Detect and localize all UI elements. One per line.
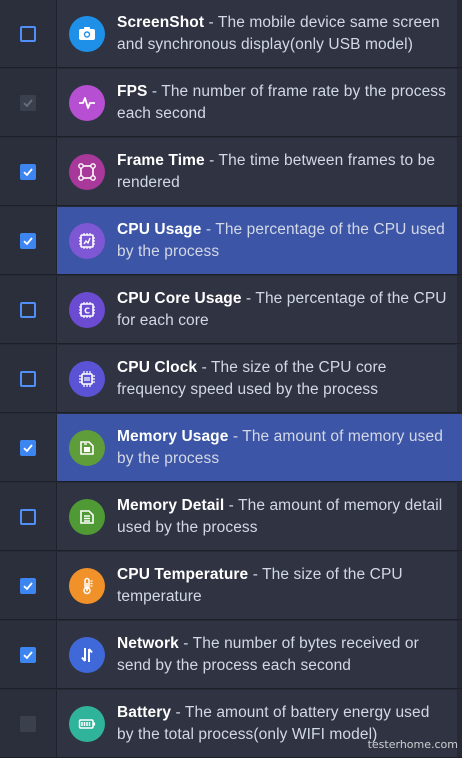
checkbox-cell[interactable] (0, 138, 57, 205)
metric-row-memory-usage[interactable]: Memory Usage - The amount of memory used… (0, 414, 462, 482)
checkbox-cell[interactable] (0, 621, 57, 688)
metric-content[interactable]: Memory Usage - The amount of memory used… (57, 414, 462, 481)
metric-title: Memory Detail (117, 496, 225, 514)
metric-content[interactable]: CPU Temperature - The size of the CPU te… (57, 552, 457, 619)
metric-title: Memory Usage (117, 427, 229, 445)
cpu-chart-icon (69, 222, 105, 259)
checkbox[interactable] (20, 715, 36, 732)
metric-content[interactable]: CPU Usage - The percentage of the CPU us… (57, 207, 457, 274)
checkbox-cell[interactable] (0, 552, 57, 619)
pulse-icon (69, 84, 105, 121)
checkbox-cell[interactable] (0, 483, 57, 550)
checkbox[interactable] (20, 94, 36, 111)
metric-row-memory-detail[interactable]: Memory Detail - The amount of memory det… (0, 483, 462, 551)
metric-content[interactable]: CPU Clock - The size of the CPU core fre… (57, 345, 457, 412)
metric-row-frame-time[interactable]: Frame Time - The time between frames to … (0, 138, 462, 206)
checkbox-cell[interactable] (0, 69, 57, 136)
network-icon (69, 636, 105, 673)
cpu-clock-icon (69, 360, 105, 397)
metric-text: CPU Temperature - The size of the CPU te… (117, 564, 449, 608)
metric-title: Frame Time (117, 151, 205, 169)
watermark: testerhome.com (367, 738, 458, 751)
metric-content[interactable]: Memory Detail - The amount of memory det… (57, 483, 457, 550)
metric-text: CPU Clock - The size of the CPU core fre… (117, 357, 449, 401)
metric-text: ScreenShot - The mobile device same scre… (117, 12, 449, 56)
metric-text: Memory Detail - The amount of memory det… (117, 495, 449, 539)
metric-content[interactable]: Network - The number of bytes received o… (57, 621, 457, 688)
battery-icon (69, 705, 105, 742)
metric-title: CPU Core Usage (117, 289, 242, 307)
checkbox[interactable] (20, 508, 36, 525)
checkbox[interactable] (20, 301, 36, 318)
memory-detail-icon (69, 498, 105, 535)
checkbox[interactable] (20, 370, 36, 387)
metric-row-network[interactable]: Network - The number of bytes received o… (0, 621, 462, 689)
metric-text: FPS - The number of frame rate by the pr… (117, 81, 449, 125)
metric-title: ScreenShot (117, 13, 205, 31)
metric-content[interactable]: ScreenShot - The mobile device same scre… (57, 0, 457, 67)
metric-text: CPU Usage - The percentage of the CPU us… (117, 219, 449, 263)
metric-row-screenshot[interactable]: ScreenShot - The mobile device same scre… (0, 0, 462, 68)
checkbox-cell[interactable] (0, 414, 57, 481)
cpu-core-icon: C (69, 291, 105, 328)
metric-list: ScreenShot - The mobile device same scre… (0, 0, 462, 758)
metric-content[interactable]: Frame Time - The time between frames to … (57, 138, 457, 205)
metric-content[interactable]: C CPU Core Usage - The percentage of the… (57, 276, 457, 343)
metric-row-cpu-clock[interactable]: CPU Clock - The size of the CPU core fre… (0, 345, 462, 413)
checkbox-cell[interactable] (0, 345, 57, 412)
metric-title: Battery (117, 703, 172, 721)
metric-content[interactable]: FPS - The number of frame rate by the pr… (57, 69, 457, 136)
checkbox[interactable] (20, 163, 36, 180)
metric-title: FPS (117, 82, 148, 100)
metric-desc: - The number of frame rate by the proces… (117, 82, 447, 122)
checkbox-cell[interactable] (0, 690, 57, 757)
checkbox[interactable] (20, 232, 36, 249)
checkbox-cell[interactable] (0, 207, 57, 274)
camera-icon (69, 15, 105, 52)
metric-text: Frame Time - The time between frames to … (117, 150, 449, 194)
checkbox[interactable] (20, 577, 36, 594)
memory-icon (69, 429, 105, 466)
checkbox[interactable] (20, 25, 36, 42)
metric-text: Memory Usage - The amount of memory used… (117, 426, 454, 470)
checkbox-cell[interactable] (0, 276, 57, 343)
thermometer-icon (69, 567, 105, 604)
metric-row-cpu-temperature[interactable]: CPU Temperature - The size of the CPU te… (0, 552, 462, 620)
metric-text: CPU Core Usage - The percentage of the C… (117, 288, 449, 332)
metric-text: Network - The number of bytes received o… (117, 633, 449, 677)
svg-text:C: C (84, 306, 90, 315)
checkbox[interactable] (20, 646, 36, 663)
nodes-icon (69, 153, 105, 190)
metric-title: CPU Usage (117, 220, 202, 238)
metric-row-fps[interactable]: FPS - The number of frame rate by the pr… (0, 69, 462, 137)
metric-title: Network (117, 634, 179, 652)
metric-row-cpu-usage[interactable]: CPU Usage - The percentage of the CPU us… (0, 207, 462, 275)
checkbox[interactable] (20, 439, 36, 456)
metric-title: CPU Temperature (117, 565, 249, 583)
metric-title: CPU Clock (117, 358, 198, 376)
checkbox-cell[interactable] (0, 0, 57, 67)
metric-row-cpu-core-usage[interactable]: C CPU Core Usage - The percentage of the… (0, 276, 462, 344)
